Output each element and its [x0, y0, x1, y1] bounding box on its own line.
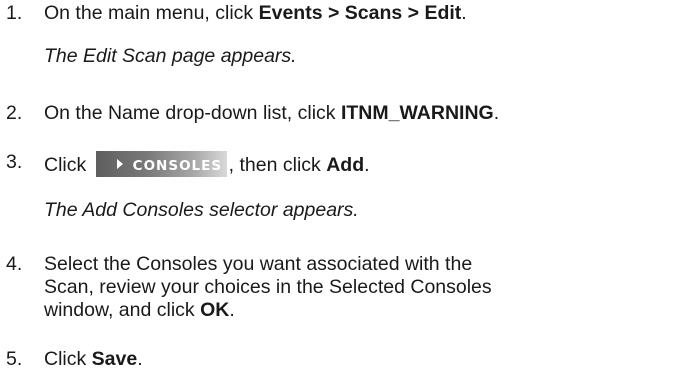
- instruction-text-end: .: [229, 299, 235, 321]
- ok-command: OK: [200, 299, 230, 321]
- instruction-line-2: Scan, review your choices in the Selecte…: [44, 276, 492, 298]
- step-3-result: The Add Consoles selector appears.: [44, 199, 359, 221]
- add-command: Add: [326, 154, 365, 176]
- step-number: 1.: [6, 2, 23, 24]
- consoles-button-label: CONSOLES: [132, 158, 223, 174]
- instruction-line-3: window, and click OK.: [44, 299, 677, 322]
- expand-arrow-icon: [116, 159, 123, 169]
- consoles-section-button: CONSOLES: [95, 151, 227, 177]
- instruction-text: Click: [44, 348, 92, 370]
- instruction-text: , then click: [228, 154, 327, 176]
- menu-path: Events > Scans > Edit: [258, 2, 462, 24]
- instruction-text-end: .: [137, 348, 143, 370]
- instruction-text: window, and click: [44, 299, 201, 321]
- instruction-text: On the main menu, click: [44, 2, 259, 24]
- step-instruction: Click CONSOLES , then click Add.: [44, 151, 677, 177]
- instruction-text-end: .: [461, 2, 467, 24]
- save-command: Save: [91, 348, 138, 370]
- step-instruction: Select the Consoles you want associated …: [44, 253, 677, 322]
- step-instruction: Click Save.: [44, 348, 677, 371]
- instruction-text-end: .: [493, 102, 500, 124]
- step-number: 5.: [6, 348, 23, 370]
- step-number: 4.: [6, 253, 23, 275]
- instruction-text: Click: [44, 154, 92, 176]
- step-number: 3.: [6, 151, 23, 173]
- instruction-text-end: .: [364, 154, 370, 176]
- step-instruction: On the Name drop-down list, click ITNM_W…: [44, 102, 677, 125]
- step-instruction: On the main menu, click Events > Scans >…: [44, 2, 677, 25]
- step-1-result: The Edit Scan page appears.: [44, 45, 297, 67]
- step-number: 2.: [6, 102, 23, 124]
- instruction-line-1: Select the Consoles you want associated …: [44, 253, 473, 275]
- instruction-text: On the Name drop-down list, click: [44, 102, 341, 124]
- dropdown-value: ITNM_WARNING: [340, 102, 494, 124]
